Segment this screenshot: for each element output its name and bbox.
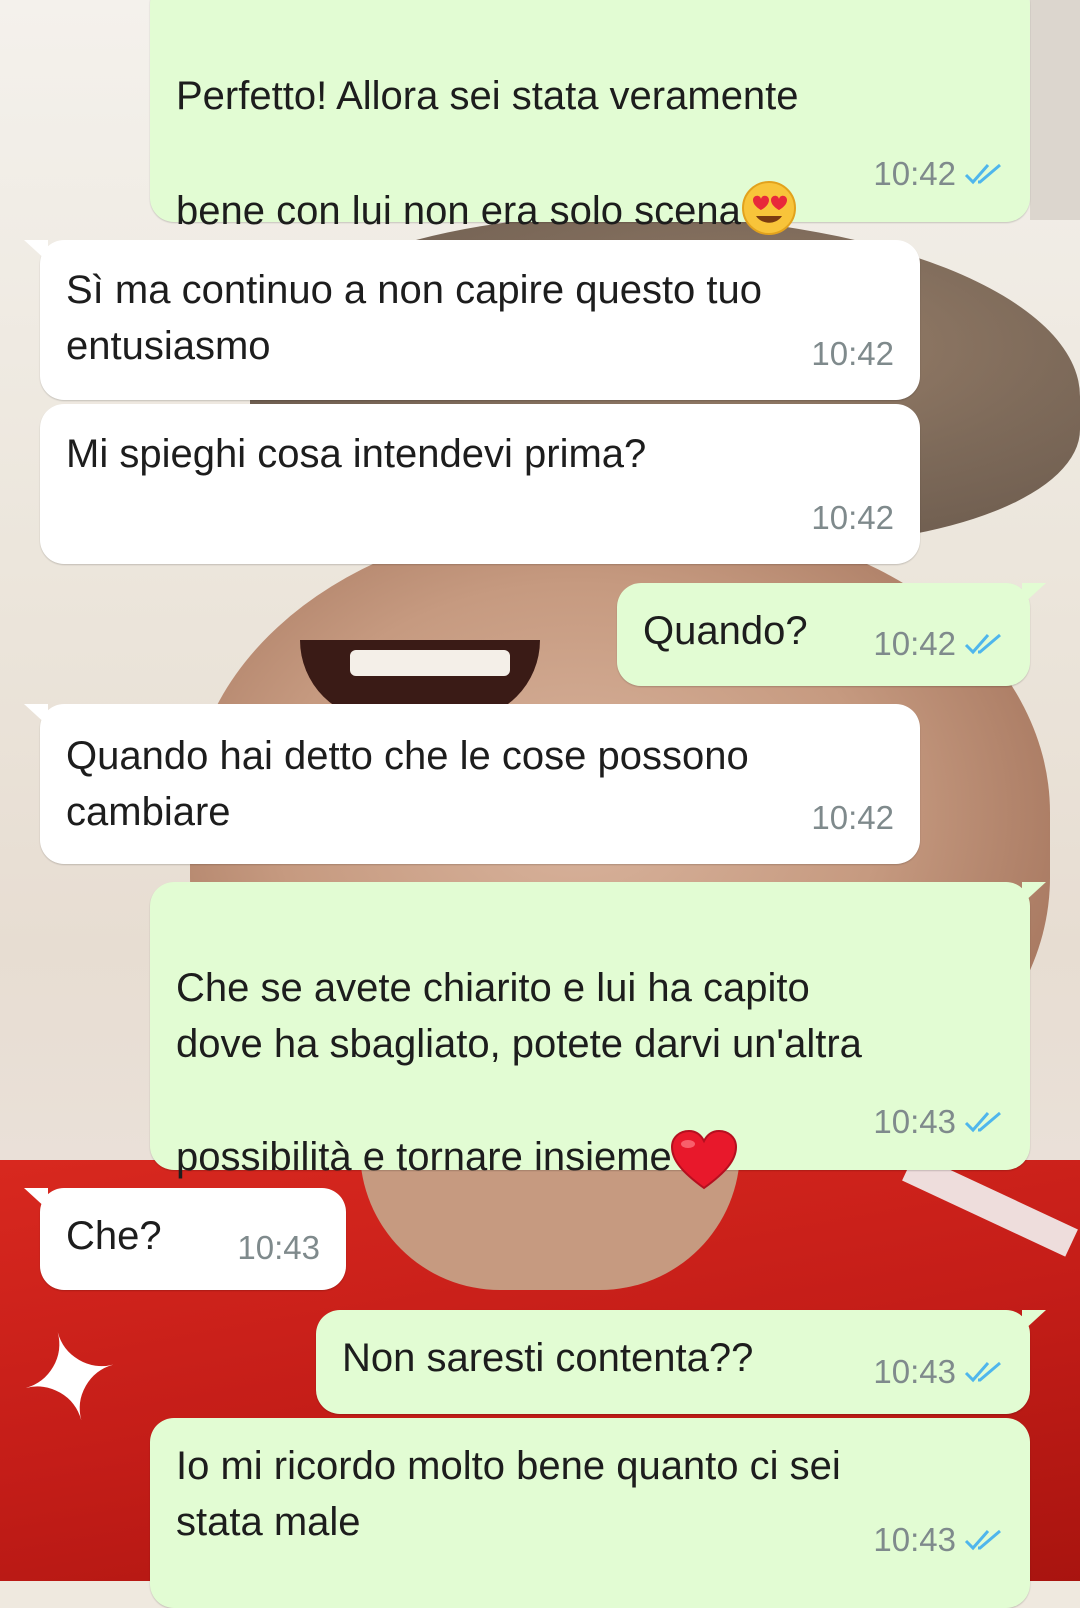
message-text: Che? — [66, 1214, 162, 1258]
read-receipt-icon — [964, 1529, 1001, 1551]
message-time: 10:42 — [811, 335, 894, 372]
message-bubble-outgoing[interactable]: Perfetto! Allora sei stata veramente ben… — [150, 0, 1030, 235]
read-receipt-icon — [964, 633, 1001, 655]
red-heart-emoji-icon — [668, 1072, 740, 1190]
message-time: 10:43 — [873, 1103, 956, 1140]
message-bubble-outgoing[interactable]: Che se avete chiarito e lui ha capito do… — [150, 882, 1046, 1190]
message-bubble-incoming[interactable]: Sì ma continuo a non capire questo tuo e… — [24, 240, 920, 400]
message-time: 10:42 — [873, 155, 956, 192]
message-text: Quando hai detto che le cose possono cam… — [66, 734, 749, 834]
message-time: 10:42 — [811, 499, 894, 536]
message-text: Perfetto! Allora sei stata veramente ben… — [176, 74, 799, 233]
message-text: Quando? — [643, 609, 808, 653]
message-bubble-incoming[interactable]: Quando hai detto che le cose possono cam… — [24, 704, 920, 864]
message-text: Mi spieghi cosa intendevi prima? — [66, 432, 647, 476]
message-bubble-outgoing[interactable]: Io mi ricordo molto bene quanto ci sei s… — [150, 1418, 1030, 1608]
read-receipt-icon — [964, 1111, 1001, 1133]
message-text: Che se avete chiarito e lui ha capito do… — [176, 966, 862, 1179]
message-bubble-outgoing[interactable]: Quando? 10:42 — [617, 583, 1046, 686]
message-time: 10:42 — [811, 799, 894, 836]
message-time: 10:43 — [873, 1521, 956, 1558]
heart-eyes-emoji-icon — [741, 124, 797, 235]
message-bubble-incoming[interactable]: Mi spieghi cosa intendevi prima? 10:42 — [40, 404, 920, 564]
message-time: 10:42 — [873, 625, 956, 662]
message-bubble-outgoing[interactable]: Non saresti contenta?? 10:43 — [316, 1310, 1046, 1414]
message-text: Non saresti contenta?? — [342, 1336, 754, 1380]
message-bubble-incoming[interactable]: Che? 10:43 — [24, 1188, 346, 1290]
read-receipt-icon — [964, 1361, 1001, 1383]
message-time: 10:43 — [237, 1229, 320, 1266]
read-receipt-icon — [964, 163, 1001, 185]
message-time: 10:43 — [873, 1353, 956, 1390]
message-text: Sì ma continuo a non capire questo tuo e… — [66, 268, 763, 368]
